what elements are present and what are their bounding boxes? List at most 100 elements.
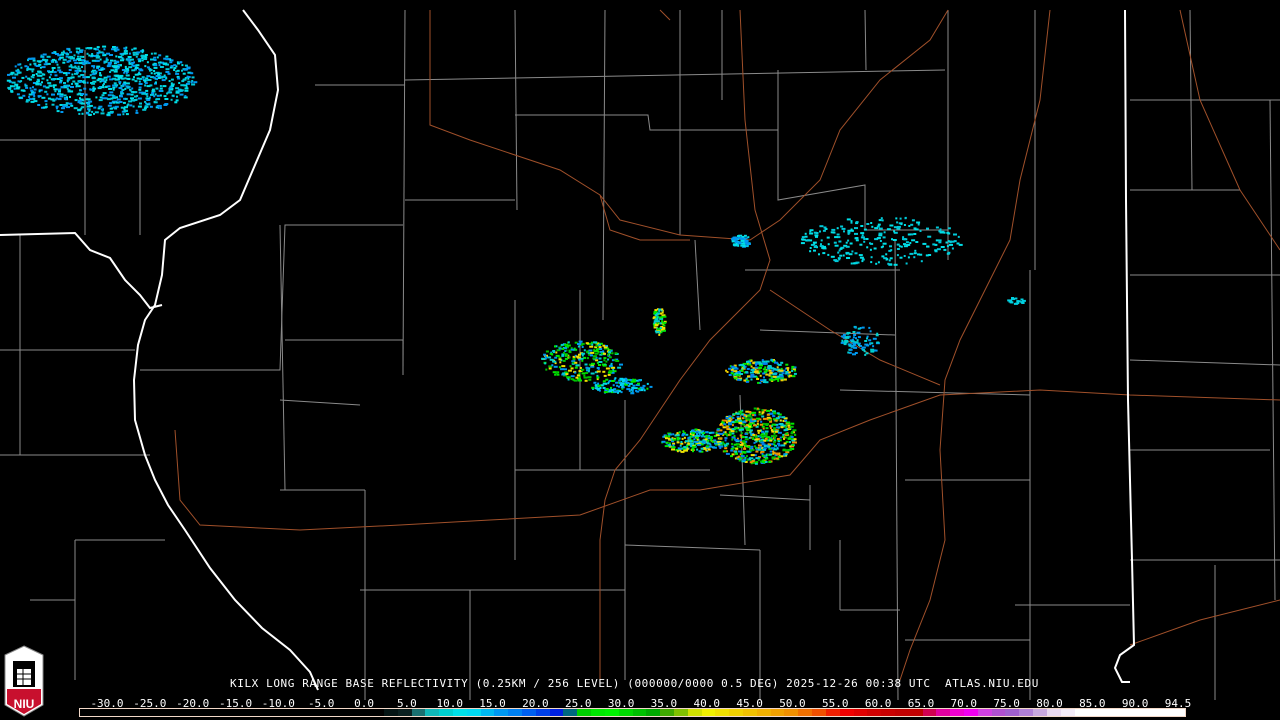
colorbar-segment — [1115, 709, 1130, 716]
echo-pixel — [65, 102, 69, 105]
echo-pixel — [809, 232, 814, 235]
echo-pixel — [16, 86, 20, 89]
echo-pixel — [676, 438, 680, 441]
echo-pixel — [78, 62, 83, 65]
echo-pixel — [115, 60, 120, 63]
echo-pixel — [756, 417, 760, 420]
echo-pixel — [66, 87, 69, 90]
echo-pixel — [730, 368, 734, 371]
echo-pixel — [25, 86, 29, 89]
echo-pixel — [700, 435, 704, 438]
echo-pixel — [161, 79, 166, 82]
echo-pixel — [734, 420, 739, 423]
echo-pixel — [165, 71, 170, 73]
echo-pixel — [131, 48, 134, 51]
echo-pixel — [598, 389, 601, 392]
echo-pixel — [768, 437, 772, 440]
colorbar-segment — [660, 709, 674, 716]
echo-pixel — [726, 427, 729, 430]
echo-pixel — [951, 247, 954, 250]
echo-pixel — [691, 447, 695, 450]
echo-pixel — [191, 83, 196, 86]
echo-pixel — [783, 442, 787, 445]
echo-pixel — [153, 66, 158, 69]
echo-pixel — [66, 60, 70, 63]
echo-pixel — [173, 64, 177, 67]
echo-pixel — [653, 321, 656, 324]
echo-pixel — [785, 363, 789, 366]
echo-pixel — [889, 263, 893, 266]
county-border — [759, 329, 896, 336]
echo-pixel — [738, 410, 743, 413]
echo-pixel — [128, 52, 131, 55]
colorbar-segment — [894, 709, 909, 716]
echo-pixel — [837, 251, 840, 254]
echo-pixel — [869, 330, 872, 333]
echo-pixel — [33, 98, 36, 100]
echo-pixel — [26, 99, 30, 102]
echo-pixel — [1009, 299, 1012, 302]
echo-pixel — [57, 88, 61, 91]
echo-pixel — [913, 233, 917, 235]
echo-pixel — [561, 354, 565, 357]
colorbar-segment — [687, 709, 702, 716]
echo-pixel — [783, 453, 786, 456]
echo-pixel — [904, 217, 907, 220]
echo-pixel — [149, 84, 153, 87]
echo-pixel — [52, 78, 57, 80]
echo-pixel — [827, 253, 830, 256]
echo-pixel — [162, 85, 167, 88]
echo-pixel — [581, 352, 586, 355]
echo-pixel — [588, 353, 591, 356]
echo-pixel — [116, 98, 121, 101]
echo-pixel — [607, 373, 611, 376]
echo-pixel — [45, 86, 50, 89]
echo-pixel — [145, 77, 149, 80]
echo-pixel — [743, 447, 747, 450]
echo-pixel — [599, 348, 603, 350]
echo-pixel — [138, 91, 143, 94]
echo-pixel — [574, 361, 578, 364]
echo-pixel — [82, 70, 85, 73]
echo-pixel — [919, 230, 922, 232]
echo-pixel — [54, 90, 57, 93]
county-border — [515, 114, 778, 131]
echo-pixel — [855, 221, 859, 224]
echo-pixel — [74, 69, 79, 72]
state-border — [132, 9, 319, 691]
echo-pixel — [724, 439, 727, 442]
echo-pixel — [744, 436, 748, 439]
echo-pixel — [819, 230, 821, 233]
echo-pixel — [564, 357, 568, 360]
echo-pixel — [79, 89, 82, 92]
echo-pixel — [733, 435, 736, 438]
echo-pixel — [927, 235, 932, 238]
echo-pixel — [32, 74, 35, 77]
echo-pixel — [772, 367, 776, 370]
echo-pixel — [804, 232, 807, 235]
echo-pixel — [1020, 301, 1024, 304]
echo-pixel — [732, 413, 735, 416]
echo-pixel — [674, 434, 677, 437]
echo-pixel — [156, 94, 160, 97]
highway — [174, 389, 1280, 531]
echo-pixel — [135, 64, 138, 67]
echo-pixel — [578, 372, 581, 375]
echo-pixel — [744, 417, 748, 420]
echo-pixel — [18, 96, 23, 99]
colorbar-segment — [618, 709, 633, 716]
county-border — [719, 494, 811, 501]
echo-pixel — [866, 344, 870, 347]
echo-pixel — [82, 63, 85, 66]
echo-pixel — [579, 367, 582, 369]
echo-pixel — [12, 76, 16, 79]
colorbar-segment — [729, 709, 743, 716]
echo-pixel — [856, 339, 859, 342]
echo-pixel — [62, 105, 67, 108]
colorbar-segment — [383, 709, 398, 716]
echo-pixel — [745, 377, 748, 380]
echo-pixel — [776, 412, 780, 415]
echo-pixel — [911, 219, 915, 222]
echo-pixel — [570, 375, 575, 378]
echo-pixel — [108, 88, 113, 90]
